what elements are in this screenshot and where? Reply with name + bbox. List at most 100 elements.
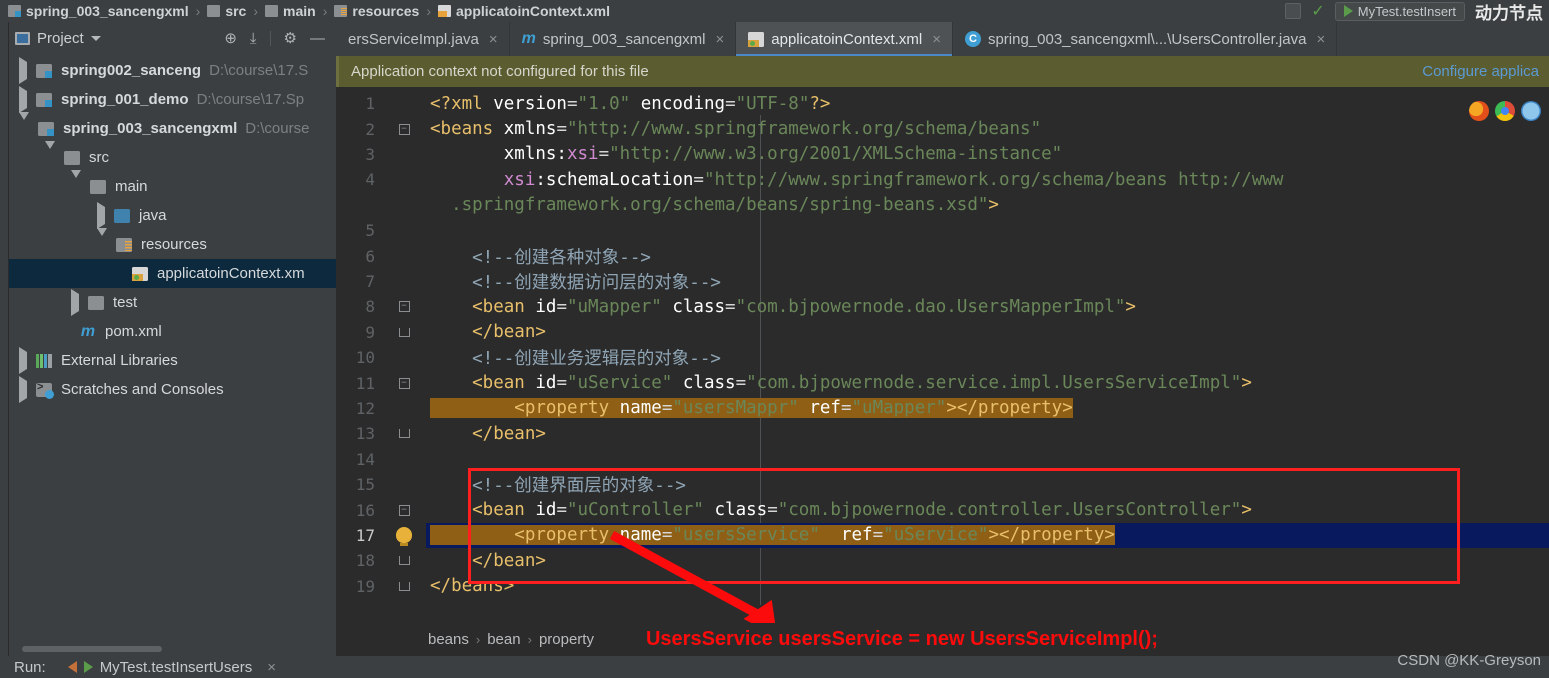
locate-icon[interactable]: ⊕ xyxy=(224,31,237,46)
editor-tab-label: spring_003_sancengxml xyxy=(542,30,706,48)
code-line-19[interactable]: 19 </beans> xyxy=(336,574,1549,599)
collapse-arrow-icon[interactable] xyxy=(45,141,55,166)
tree-item-external-libraries[interactable]: External Libraries xyxy=(9,346,336,375)
chevron-down-icon[interactable] xyxy=(90,35,101,41)
code-token: "com.bjpowernode.controller.UsersControl… xyxy=(777,500,1242,521)
breadcrumb-item-file[interactable]: applicatoinContext.xml xyxy=(437,3,610,19)
expand-arrow-icon[interactable] xyxy=(19,347,27,374)
breadcrumb-item-main[interactable]: main xyxy=(265,3,316,19)
expand-arrow-icon[interactable] xyxy=(19,86,27,113)
code-line-13[interactable]: 13 </bean> xyxy=(336,421,1549,446)
run-configuration-selector[interactable]: MyTest.testInsert xyxy=(1334,1,1465,21)
code-line-5[interactable]: 5 xyxy=(336,218,1549,243)
status-breadcrumb-property[interactable]: property xyxy=(539,631,594,648)
tree-item-main[interactable]: main xyxy=(9,170,336,201)
code-token: <!--创建各种对象--> xyxy=(430,247,651,268)
fold-end-icon[interactable] xyxy=(382,327,426,337)
line-number: 1 xyxy=(365,94,375,114)
code-line-3[interactable]: 3 xmlns:xsi="http://www.w3.org/2001/XMLS… xyxy=(336,142,1549,167)
run-tab[interactable]: MyTest.testInsertUsers × xyxy=(67,659,276,676)
collapse-arrow-icon[interactable] xyxy=(71,170,81,195)
code-line-7[interactable]: 7 <!--创建数据访问层的对象--> xyxy=(336,269,1549,294)
project-panel-title-group[interactable]: Project xyxy=(15,30,101,47)
tree-item-label: spring002_sanceng xyxy=(61,62,202,79)
tree-item-applicatoincontext-xm[interactable]: applicatoinContext.xm xyxy=(9,259,336,288)
tree-item-spring-001-demo[interactable]: spring_001_demo D:\course\17.Sp xyxy=(9,85,336,114)
code-line-2[interactable]: 2− <beans xmlns="http://www.springframewo… xyxy=(336,116,1549,141)
code-token: <?xml xyxy=(430,93,494,114)
expand-arrow-icon[interactable] xyxy=(71,289,79,316)
fold-end-icon[interactable] xyxy=(382,556,426,566)
close-icon[interactable]: × xyxy=(716,31,725,48)
code-line-8[interactable]: 8− <bean id="uMapper" class="com.bjpower… xyxy=(336,294,1549,319)
fold-collapse-icon[interactable]: − xyxy=(382,123,426,135)
close-icon[interactable]: × xyxy=(267,659,276,676)
settings-gear-icon[interactable]: ⚙ xyxy=(284,31,297,46)
code-line-11[interactable]: 11− <bean id="uService" class="com.bjpow… xyxy=(336,370,1549,395)
code-line-6[interactable]: 6 <!--创建各种对象--> xyxy=(336,243,1549,268)
tree-item-spring-003-sancengxml[interactable]: spring_003_sancengxml D:\course xyxy=(9,112,336,143)
editor-tab-spring-003-sancengxml-userscontroller-java[interactable]: Cspring_003_sancengxml\...\UsersControll… xyxy=(953,22,1338,56)
tree-item-label: src xyxy=(89,149,109,166)
code-line-15[interactable]: 15 <!--创建界面层的对象--> xyxy=(336,472,1549,497)
stop-button[interactable] xyxy=(1285,3,1302,19)
status-breadcrumb-beans[interactable]: beans xyxy=(428,631,469,648)
fold-end-icon[interactable] xyxy=(382,581,426,591)
fold-collapse-icon[interactable]: − xyxy=(382,504,426,516)
build-hammer-icon[interactable]: ✓ xyxy=(1311,1,1324,21)
hide-panel-icon[interactable]: — xyxy=(310,31,325,46)
collapse-arrow-icon[interactable] xyxy=(97,228,107,253)
tree-item-spring002-sanceng[interactable]: spring002_sanceng D:\course\17.S xyxy=(9,56,336,85)
editor-tab-ersserviceimpl-java[interactable]: CersServiceImpl.java× xyxy=(336,22,510,56)
code-line-4[interactable]: 4 xsi:schemaLocation="http://www.springf… xyxy=(336,167,1549,192)
editor-tab-applicatoincontext-xml[interactable]: applicatoinContext.xml × xyxy=(736,22,953,56)
maven-icon: m xyxy=(521,30,536,47)
project-hscrollbar[interactable] xyxy=(9,642,336,656)
breadcrumb-item-src[interactable]: src xyxy=(207,3,246,19)
scrollbar-thumb[interactable] xyxy=(22,646,162,652)
module-icon xyxy=(38,121,54,136)
tree-item-src[interactable]: src xyxy=(9,141,336,172)
code-line-17[interactable]: 17 <property name="usersService" ref="uS… xyxy=(336,522,1549,549)
scratches-icon xyxy=(36,381,54,399)
tree-item-java[interactable]: java xyxy=(9,201,336,230)
code-line-18[interactable]: 18 </bean> xyxy=(336,548,1549,573)
line-number: 6 xyxy=(365,246,375,266)
fold-collapse-icon[interactable]: − xyxy=(382,377,426,389)
expand-arrow-icon[interactable] xyxy=(19,376,27,403)
close-icon[interactable]: × xyxy=(1316,31,1325,48)
code-line-1[interactable]: 1 <?xml version="1.0" encoding="UTF-8"?> xyxy=(336,91,1549,116)
collapse-arrow-icon[interactable] xyxy=(19,112,29,137)
code-editor[interactable]: 1 <?xml version="1.0" encoding="UTF-8"?> 2… xyxy=(336,87,1549,623)
status-breadcrumb-bean[interactable]: bean xyxy=(487,631,520,648)
tree-item-resources[interactable]: resources xyxy=(9,228,336,259)
code-line-cont4[interactable]: .springframework.org/schema/beans/spring… xyxy=(336,193,1549,218)
code-line-9[interactable]: 9 </bean> xyxy=(336,320,1549,345)
code-line-12[interactable]: 12 <property name="usersMappr" ref="uMap… xyxy=(336,396,1549,421)
tree-item-label: java xyxy=(139,207,167,224)
expand-arrow-icon[interactable] xyxy=(97,202,105,229)
editor-tab-spring-003-sancengxml[interactable]: m spring_003_sancengxml × xyxy=(510,22,737,56)
tree-item-label: applicatoinContext.xm xyxy=(157,265,305,282)
code-line-14[interactable]: 14 xyxy=(336,447,1549,472)
breadcrumb-separator: › xyxy=(253,3,259,19)
tree-item-scratches-and-consoles[interactable]: Scratches and Consoles xyxy=(9,375,336,404)
code-line-16[interactable]: 16− <bean id="uController" class="com.bj… xyxy=(336,497,1549,522)
close-icon[interactable]: × xyxy=(489,31,498,48)
collapse-all-icon[interactable]: ⤓ xyxy=(250,31,257,46)
fold-collapse-icon[interactable]: − xyxy=(382,301,426,313)
code-token: class xyxy=(682,373,736,394)
intention-bulb-icon[interactable] xyxy=(382,527,426,547)
tree-item-pom-xml[interactable]: m pom.xml xyxy=(9,317,336,346)
configure-application-context-link[interactable]: Configure applica xyxy=(1422,63,1539,80)
code-line-text: <!--创建界面层的对象--> xyxy=(426,472,1549,497)
breadcrumb-item-project[interactable]: spring_003_sancengxml xyxy=(8,3,189,19)
close-icon[interactable]: × xyxy=(932,31,941,48)
code-line-text: <property name="usersMappr" ref="uMapper… xyxy=(426,398,1549,419)
fold-end-icon[interactable] xyxy=(382,429,426,439)
code-line-10[interactable]: 10 <!--创建业务逻辑层的对象--> xyxy=(336,345,1549,370)
expand-arrow-icon[interactable] xyxy=(19,57,27,84)
tree-item-test[interactable]: test xyxy=(9,288,336,317)
breadcrumb-item-resources[interactable]: resources xyxy=(334,3,419,19)
